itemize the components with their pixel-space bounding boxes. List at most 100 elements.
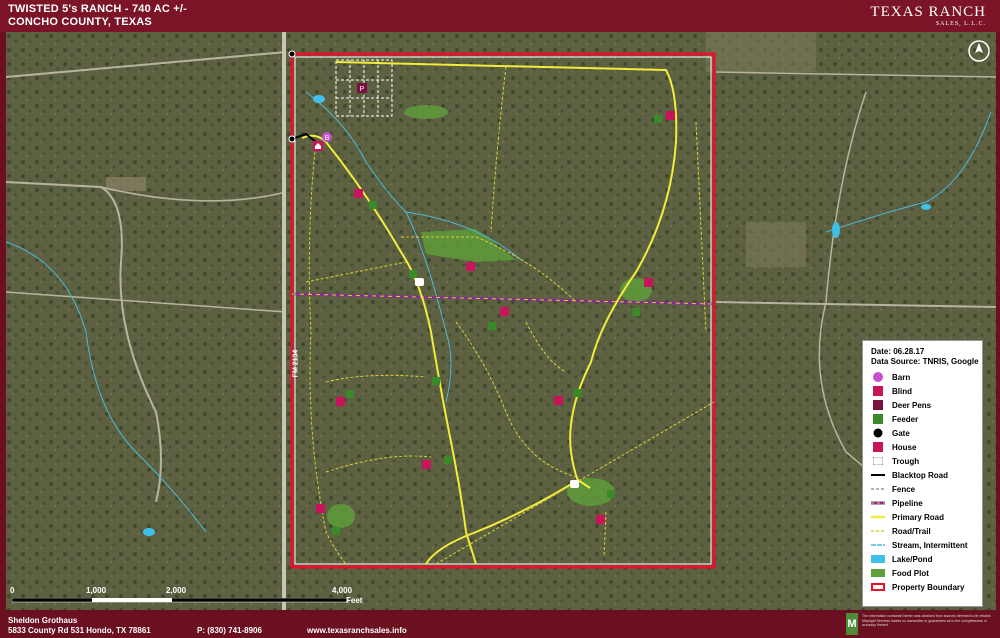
feeder-icon[interactable] bbox=[346, 385, 354, 403]
feeder-icon[interactable] bbox=[607, 485, 615, 503]
logo-subtext: SALES, L.L.C. bbox=[935, 21, 986, 27]
feeder-icon[interactable] bbox=[488, 317, 496, 335]
map-title: TWISTED 5's RANCH - 740 AC +/- CONCHO CO… bbox=[8, 3, 187, 29]
legend-label: Road/Trail bbox=[892, 526, 931, 536]
legend-item-primary-road: Primary Road bbox=[871, 511, 944, 523]
blind-icon[interactable] bbox=[500, 303, 509, 321]
road-trail-line bbox=[871, 525, 885, 537]
legend-item-road-trail: Road/Trail bbox=[871, 525, 931, 537]
legend-item-lake-pond: Lake/Pond bbox=[871, 553, 932, 565]
food-plot-swatch bbox=[871, 567, 885, 579]
aerial-map[interactable]: B P bbox=[6, 32, 996, 610]
feeder-icon[interactable] bbox=[574, 384, 582, 402]
blind-icon[interactable] bbox=[336, 393, 345, 411]
house-icon[interactable] bbox=[313, 138, 323, 156]
feeder-icon[interactable] bbox=[369, 196, 377, 214]
primary-road-line bbox=[871, 511, 885, 523]
legend-label: Stream, Intermittent bbox=[892, 540, 968, 550]
agent-name: Sheldon Grothaus bbox=[8, 616, 78, 625]
legend-item-blacktop-road: Blacktop Road bbox=[871, 469, 948, 481]
blind-icon[interactable] bbox=[354, 185, 363, 203]
feeder-icon bbox=[871, 413, 885, 425]
legend-label: Food Plot bbox=[892, 568, 929, 578]
agent-address: 5833 County Rd 531 Hondo, TX 78861 bbox=[8, 626, 151, 635]
header-bar: TWISTED 5's RANCH - 740 AC +/- CONCHO CO… bbox=[0, 0, 1000, 32]
blacktop-road-line bbox=[871, 469, 885, 481]
legend-label: Gate bbox=[892, 428, 910, 438]
north-arrow-icon bbox=[968, 40, 990, 62]
legend-label: Lake/Pond bbox=[892, 554, 933, 564]
feeder-icon[interactable] bbox=[444, 451, 452, 469]
feeder-icon[interactable] bbox=[332, 522, 340, 540]
svg-text:P: P bbox=[360, 86, 365, 93]
deer-pens-icon bbox=[871, 399, 885, 411]
legend-meta: Date: 06.28.17 Data Source: TNRIS, Googl… bbox=[863, 341, 982, 367]
legend-label: Blacktop Road bbox=[892, 470, 949, 480]
blind-icon[interactable] bbox=[596, 511, 605, 529]
legend-label: Trough bbox=[892, 456, 920, 466]
company-logo: TEXAS RANCH SALES, L.L.C. bbox=[870, 4, 986, 27]
agent-info: Sheldon Grothaus 5833 County Rd 531 Hond… bbox=[8, 616, 151, 636]
map-legend: Date: 06.28.17 Data Source: TNRIS, Googl… bbox=[862, 340, 983, 607]
legend-item-house: House bbox=[871, 441, 916, 453]
legend-label: Blind bbox=[892, 386, 912, 396]
legend-label: Feeder bbox=[892, 414, 919, 424]
legend-label: Primary Road bbox=[892, 512, 945, 522]
legend-item-blind: Blind bbox=[871, 385, 912, 397]
map-canvas bbox=[6, 32, 996, 610]
property-boundary-swatch bbox=[871, 581, 885, 593]
scale-tick-0: 0 bbox=[10, 586, 15, 595]
legend-item-stream: Stream, Intermittent bbox=[871, 539, 968, 551]
blind-icon[interactable] bbox=[466, 258, 475, 276]
trough-icon[interactable] bbox=[415, 273, 424, 291]
mapright-logo: M bbox=[846, 613, 858, 635]
scale-tick-2000: 2,000 bbox=[166, 586, 187, 595]
fence-line bbox=[871, 483, 885, 495]
disclaimer-text: The information contained herein was obt… bbox=[862, 614, 992, 627]
legend-item-pipeline: Pipeline bbox=[871, 497, 923, 509]
trough-icon bbox=[871, 455, 885, 467]
legend-item-food-plot: Food Plot bbox=[871, 567, 929, 579]
gate-icon bbox=[871, 427, 885, 439]
feeder-icon[interactable] bbox=[654, 110, 662, 128]
blind-icon[interactable] bbox=[644, 274, 653, 292]
blind-icon[interactable] bbox=[422, 456, 431, 474]
svg-text:B: B bbox=[325, 135, 330, 142]
legend-label: Deer Pens bbox=[892, 400, 932, 410]
legend-label: Fence bbox=[892, 484, 916, 494]
scale-unit: Feet bbox=[346, 596, 363, 605]
deer-pens-icon[interactable]: P bbox=[357, 80, 367, 98]
legend-date: Date: 06.28.17 bbox=[871, 347, 925, 356]
legend-item-deer-pens: Deer Pens bbox=[871, 399, 931, 411]
legend-label: Property Boundary bbox=[892, 582, 965, 592]
title-line-1: TWISTED 5's RANCH - 740 AC +/- bbox=[8, 3, 188, 15]
logo-text: TEXAS RANCH bbox=[870, 4, 986, 20]
website-link[interactable]: www.texasranchsales.info bbox=[307, 626, 407, 635]
feeder-icon[interactable] bbox=[632, 303, 640, 321]
legend-item-trough: Trough bbox=[871, 455, 919, 467]
stream-line bbox=[871, 539, 885, 551]
legend-label: Pipeline bbox=[892, 498, 923, 508]
agent-phone[interactable]: P: (830) 741-8906 bbox=[197, 626, 262, 635]
blind-icon bbox=[871, 385, 885, 397]
legend-label: House bbox=[892, 442, 917, 452]
legend-item-property-boundary: Property Boundary bbox=[871, 581, 964, 593]
legend-item-gate: Gate bbox=[871, 427, 910, 439]
legend-item-feeder: Feeder bbox=[871, 413, 918, 425]
road-label: FM 2134 bbox=[292, 349, 300, 378]
footer-bar: Sheldon Grothaus 5833 County Rd 531 Hond… bbox=[0, 610, 1000, 638]
house-icon bbox=[871, 441, 885, 453]
legend-source: Data Source: TNRIS, Google bbox=[871, 357, 979, 366]
feeder-icon[interactable] bbox=[432, 372, 440, 390]
blind-icon[interactable] bbox=[554, 392, 563, 410]
barn-icon[interactable]: B bbox=[322, 129, 332, 147]
trough-icon[interactable] bbox=[570, 475, 579, 493]
title-line-2: CONCHO COUNTY, TEXAS bbox=[8, 16, 152, 28]
legend-label: Barn bbox=[892, 372, 911, 382]
blind-icon[interactable] bbox=[316, 500, 325, 518]
blind-icon[interactable] bbox=[666, 107, 675, 125]
pipeline-line bbox=[871, 497, 885, 509]
barn-icon bbox=[871, 371, 885, 383]
legend-item-barn: Barn bbox=[871, 371, 910, 383]
legend-item-fence: Fence bbox=[871, 483, 915, 495]
